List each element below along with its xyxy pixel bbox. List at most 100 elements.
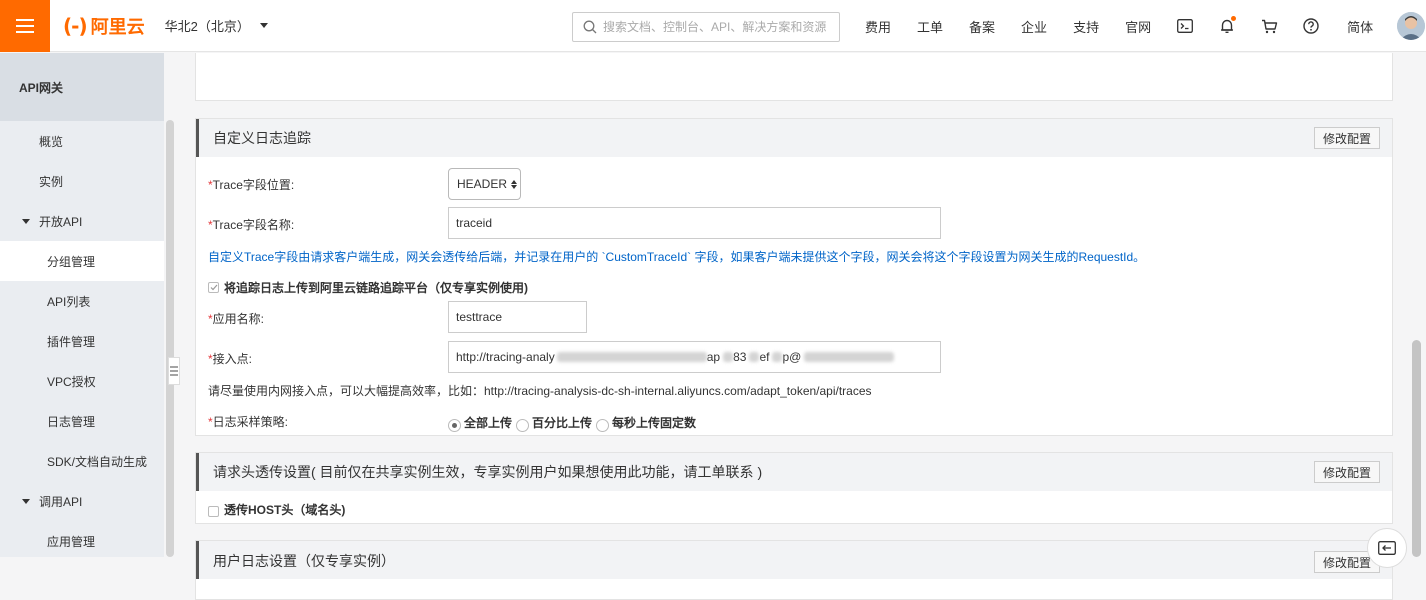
menu-toggle-button[interactable]: [0, 0, 50, 52]
sidebar-group-label: 开放API: [39, 214, 83, 229]
host-header-checkbox[interactable]: [208, 506, 219, 517]
nav-icp[interactable]: 备案: [969, 17, 995, 36]
redacted-text: [556, 352, 707, 362]
field-label: 接入点:: [212, 352, 253, 366]
panel-header: 自定义日志追踪 修改配置: [196, 119, 1392, 157]
select-arrows-icon: [511, 179, 518, 189]
trace-name-input[interactable]: traceid: [448, 207, 941, 239]
language-switch[interactable]: 简体: [1347, 17, 1373, 36]
edit-config-button[interactable]: 修改配置: [1313, 461, 1380, 483]
trace-description: 自定义Trace字段由请求客户端生成，网关会透传给后端，并记录在用户的 `Cus…: [208, 250, 1146, 264]
upload-trace-checkbox[interactable]: [208, 282, 219, 293]
sampling-radio-group: 全部上传 百分比上传 每秒上传固定数: [448, 413, 696, 432]
sidebar-group-label: 调用API: [39, 494, 83, 509]
sampling-row: * 日志采样策略:: [208, 413, 288, 430]
user-log-panel: 用户日志设置（仅专享实例） 修改配置: [195, 540, 1393, 600]
caret-down-icon: [22, 498, 30, 504]
sidebar-item-group-mgmt[interactable]: 分组管理: [0, 241, 164, 281]
hamburger-icon: [16, 24, 34, 27]
radio-all-upload[interactable]: [448, 419, 461, 432]
redacted-text: [749, 352, 760, 362]
header-passthrough-panel: 请求头透传设置( 目前仅在共享实例生效，专享实例用户如果想使用此功能，请工单联系…: [195, 452, 1393, 524]
radio-label[interactable]: 百分比上传: [532, 414, 592, 431]
nav-support[interactable]: 支持: [1073, 17, 1099, 36]
radio-per-second-upload[interactable]: [596, 419, 610, 432]
endpoint-text: ap: [706, 350, 721, 364]
notification-dot: [1231, 16, 1237, 21]
field-label: Trace字段名称:: [212, 218, 295, 232]
host-header-checkbox-row[interactable]: 透传HOST头（域名头): [208, 501, 345, 518]
radio-percent-upload[interactable]: [516, 419, 530, 432]
panel-header: 用户日志设置（仅专享实例） 修改配置: [196, 541, 1392, 579]
trace-position-select[interactable]: HEADER: [448, 168, 521, 200]
endpoint-text: ef: [759, 350, 770, 364]
sidebar-item-sdk-doc[interactable]: SDK/文档自动生成: [0, 441, 164, 481]
nav-official-site[interactable]: 官网: [1125, 17, 1151, 36]
app-name-input[interactable]: testtrace: [448, 301, 587, 333]
bell-icon[interactable]: [1215, 14, 1239, 38]
field-label: 日志采样策略:: [212, 415, 289, 429]
feedback-button[interactable]: [1367, 528, 1407, 568]
search-input[interactable]: [603, 20, 833, 34]
sidebar-item-log-mgmt[interactable]: 日志管理: [0, 401, 164, 441]
endpoint-text: p@: [782, 350, 802, 364]
sidebar-group-open-api[interactable]: 开放API: [0, 201, 164, 241]
nav-enterprise[interactable]: 企业: [1021, 17, 1047, 36]
panel-title: 请求头透传设置( 目前仅在共享实例生效，专享实例用户如果想使用此功能，请工单联系…: [213, 464, 763, 480]
aliyun-logo[interactable]: (-) 阿里云: [63, 0, 145, 52]
nav-billing[interactable]: 费用: [865, 17, 891, 36]
main-content: 自定义日志追踪 修改配置 * Trace字段位置: HEADER * Trace字段…: [195, 53, 1393, 600]
collapse-icon: [170, 366, 178, 376]
sidebar-item-instances[interactable]: 实例: [0, 161, 164, 201]
endpoint-hint: 请尽量使用内网接入点，可以大幅提高效率，比如：http://tracing-an…: [208, 384, 872, 398]
custom-trace-panel: 自定义日志追踪 修改配置 * Trace字段位置: HEADER * Trace字段…: [195, 118, 1393, 436]
panel-title: 用户日志设置（仅专享实例）: [213, 553, 395, 569]
redacted-text: [723, 352, 734, 362]
endpoint-input[interactable]: http://tracing-analy ap 83 ef p@: [448, 341, 941, 373]
help-icon[interactable]: [1299, 14, 1323, 38]
page-scrollbar[interactable]: [1412, 340, 1421, 557]
edit-config-button[interactable]: 修改配置: [1313, 127, 1380, 149]
cart-icon[interactable]: [1257, 14, 1281, 38]
endpoint-text: http://tracing-analy: [456, 350, 555, 364]
redacted-text: [772, 352, 783, 362]
radio-label[interactable]: 全部上传: [464, 414, 512, 431]
exit-icon: [1378, 541, 1396, 555]
redacted-text: [804, 352, 895, 362]
nav-ticket[interactable]: 工单: [917, 17, 943, 36]
field-label: Trace字段位置:: [212, 178, 295, 192]
sidebar-title: API网关: [0, 53, 164, 121]
region-selector[interactable]: 华北2（北京）: [165, 16, 268, 35]
caret-down-icon: [259, 23, 268, 28]
sidebar-item-vpc-auth[interactable]: VPC授权: [0, 361, 164, 401]
trace-position-row: * Trace字段位置:: [208, 176, 294, 193]
select-value: HEADER: [457, 177, 508, 191]
previous-panel-bottom: [195, 53, 1393, 101]
panel-title: 自定义日志追踪: [213, 130, 311, 146]
field-label: 应用名称:: [212, 312, 265, 326]
trace-name-row: * Trace字段名称:: [208, 216, 294, 233]
search-icon: [583, 20, 597, 34]
search-box[interactable]: [572, 12, 840, 42]
check-icon: [210, 284, 217, 291]
top-navbar: (-) 阿里云 华北2（北京） 费用 工单 备案 企业 支持 官网 简体: [0, 0, 1426, 52]
sidebar-group-call-api[interactable]: 调用API: [0, 481, 164, 521]
sidebar-item-api-list[interactable]: API列表: [0, 281, 164, 321]
region-label: 华北2（北京）: [164, 19, 250, 34]
sidebar-scrollbar[interactable]: [166, 120, 174, 557]
sidebar-item-overview[interactable]: 概览: [0, 121, 164, 161]
user-avatar[interactable]: [1397, 12, 1426, 40]
terminal-icon[interactable]: [1173, 14, 1197, 38]
upload-trace-checkbox-row[interactable]: 将追踪日志上传到阿里云链路追踪平台（仅专享实例使用): [208, 279, 528, 296]
endpoint-text: 83: [733, 350, 747, 364]
sidebar-item-app-mgmt[interactable]: 应用管理: [0, 521, 164, 561]
sidebar-item-plugin-mgmt[interactable]: 插件管理: [0, 321, 164, 361]
aliyun-logo-icon: (-): [63, 13, 88, 38]
sidebar-menu: 概览 实例 开放API 分组管理 API列表 插件管理 VPC授权 日志管理 S…: [0, 121, 164, 561]
radio-label[interactable]: 每秒上传固定数: [612, 414, 696, 431]
app-name-row: * 应用名称:: [208, 310, 264, 327]
logo-text: 阿里云: [90, 16, 145, 37]
checkbox-label: 将追踪日志上传到阿里云链路追踪平台（仅专享实例使用): [224, 281, 528, 295]
sidebar-collapse-toggle[interactable]: [168, 357, 180, 385]
sidebar: API网关 概览 实例 开放API 分组管理 API列表 插件管理 VPC授权 …: [0, 53, 164, 557]
